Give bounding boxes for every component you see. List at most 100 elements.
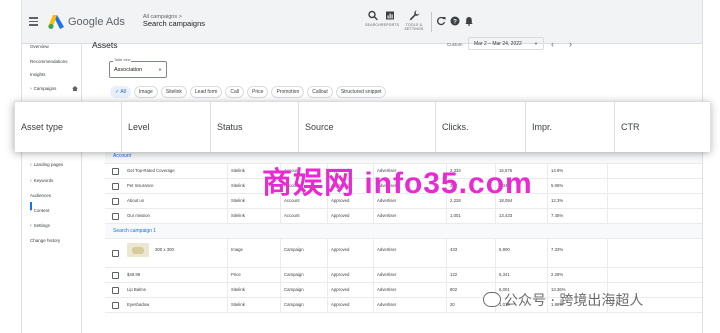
table-row[interactable]: 300 x 300 Image Campaign Approved Advertiser… bbox=[105, 239, 702, 268]
column-divider bbox=[227, 179, 228, 194]
column-header-level[interactable]: Level bbox=[122, 102, 211, 152]
row-checkbox[interactable] bbox=[112, 287, 119, 294]
table-view-select[interactable]: Table view Association ▼ bbox=[109, 58, 167, 78]
filter-chip-all[interactable]: ✓ All bbox=[110, 86, 131, 98]
sidebar-item-overview[interactable]: Overview bbox=[30, 44, 49, 49]
filter-chip-promotion[interactable]: Promotion bbox=[271, 86, 305, 98]
cell-impr: 5,900 bbox=[499, 247, 510, 252]
table-row[interactable]: $49.99 Price Campaign Approved Advertiser 122… bbox=[105, 268, 702, 283]
previous-period-icon[interactable]: ‹ bbox=[551, 39, 554, 49]
cell-type: Sitelink bbox=[231, 168, 245, 173]
column-header-label: Impr. bbox=[532, 122, 553, 132]
table-view-label: Table view bbox=[113, 58, 132, 62]
hamburger-menu-icon[interactable] bbox=[22, 0, 42, 44]
reports-tool-label: REPORTS bbox=[380, 23, 400, 27]
app-window: Google Ads All campaigns > Search campai… bbox=[22, 0, 702, 333]
filter-chip-structured-snippet[interactable]: Structured snippet bbox=[335, 86, 387, 98]
date-custom-label: Custom bbox=[447, 42, 463, 47]
column-divider bbox=[227, 239, 228, 268]
row-checkbox[interactable] bbox=[112, 168, 119, 175]
row-checkbox[interactable] bbox=[112, 198, 119, 205]
filter-chip-sitelink[interactable]: Sitelink bbox=[160, 86, 187, 98]
column-divider bbox=[327, 268, 328, 283]
help-icon[interactable]: ? bbox=[450, 16, 460, 26]
sidebar-item-landing-pages[interactable]: Landing pages bbox=[30, 162, 64, 168]
column-divider bbox=[373, 209, 374, 224]
tools-settings-button[interactable]: TOOLS & SETTINGS bbox=[401, 10, 427, 31]
cell-name[interactable]: $49.99 bbox=[127, 272, 140, 277]
cell-level: Campaign bbox=[284, 287, 304, 292]
google-ads-logo[interactable]: Google Ads bbox=[48, 14, 125, 29]
refresh-icon[interactable] bbox=[436, 16, 446, 26]
cell-status: Approved bbox=[331, 287, 350, 292]
sidebar-item-campaigns[interactable]: Campaigns bbox=[30, 86, 57, 92]
column-header-impr-[interactable]: Impr. bbox=[526, 102, 615, 152]
date-range-value: Mar 2 – Mar 24, 2022 bbox=[474, 41, 522, 47]
column-divider bbox=[280, 209, 281, 224]
cell-source: Advertiser bbox=[377, 272, 397, 277]
cell-status: Approved bbox=[331, 272, 350, 277]
date-range-picker[interactable]: Mar 2 – Mar 24, 2022 ▼ bbox=[468, 37, 544, 50]
column-divider bbox=[446, 283, 447, 298]
cell-impr: 5,341 bbox=[499, 272, 510, 277]
sidebar-item-settings[interactable]: Settings bbox=[30, 223, 50, 229]
cell-name[interactable]: Get Top-Rated Coverage bbox=[127, 168, 175, 173]
row-checkbox[interactable] bbox=[112, 250, 119, 257]
notifications-bell-icon[interactable] bbox=[464, 16, 474, 26]
column-header-clicks-[interactable]: Clicks. bbox=[436, 102, 526, 152]
cell-type: Sitelink bbox=[231, 287, 245, 292]
cell-ctr: 7.33% bbox=[551, 247, 564, 252]
sidebar-item-audiences[interactable]: Audiences bbox=[30, 193, 51, 198]
sidebar-item-content[interactable]: Content bbox=[30, 208, 50, 214]
column-divider bbox=[607, 164, 608, 179]
reports-tool-button[interactable]: REPORTS bbox=[379, 10, 401, 27]
column-header-status[interactable]: Status bbox=[211, 102, 299, 152]
table-row[interactable]: Our mission Sitelink Account Approved Advert… bbox=[105, 209, 702, 224]
cell-status: Approved bbox=[331, 302, 350, 307]
cell-name[interactable]: 300 x 300 bbox=[155, 247, 174, 252]
sidebar-item-keywords[interactable]: Keywords bbox=[30, 178, 54, 184]
row-checkbox[interactable] bbox=[112, 272, 119, 279]
cell-name[interactable]: Lip Balms bbox=[127, 287, 146, 292]
column-divider bbox=[607, 179, 608, 194]
table-group-header[interactable]: Search campaign 1 bbox=[105, 224, 702, 239]
cell-name[interactable]: Pet Insurance bbox=[127, 183, 154, 188]
filter-chip-price[interactable]: Price bbox=[247, 86, 269, 98]
column-divider bbox=[446, 268, 447, 283]
cell-level: Account bbox=[284, 213, 300, 218]
row-checkbox[interactable] bbox=[112, 213, 119, 220]
filter-chip-call[interactable]: Call bbox=[225, 86, 245, 98]
cell-type: Sitelink bbox=[231, 213, 245, 218]
column-divider bbox=[446, 209, 447, 224]
sidebar-item-change-history[interactable]: Change history bbox=[30, 238, 60, 243]
row-checkbox[interactable] bbox=[112, 302, 119, 309]
next-period-icon[interactable]: › bbox=[569, 39, 572, 49]
column-divider bbox=[373, 239, 374, 268]
breadcrumb[interactable]: All campaigns > Search campaigns bbox=[143, 14, 205, 28]
filter-chip-image[interactable]: Image bbox=[133, 86, 158, 98]
cell-name[interactable]: Eyeshadow bbox=[127, 302, 149, 307]
column-divider bbox=[280, 239, 281, 268]
filter-chip-callout[interactable]: Callout bbox=[307, 86, 333, 98]
column-divider bbox=[446, 239, 447, 268]
row-checkbox[interactable] bbox=[112, 183, 119, 190]
cell-clicks: 122 bbox=[450, 272, 458, 277]
column-divider bbox=[227, 298, 228, 313]
column-header-source[interactable]: Source bbox=[299, 102, 436, 152]
sidebar-item-insights[interactable]: Insights bbox=[30, 72, 46, 77]
group-title[interactable]: Account bbox=[113, 153, 131, 159]
filter-chip-lead-form[interactable]: Lead form bbox=[189, 86, 223, 98]
breadcrumb-current[interactable]: Search campaigns bbox=[143, 20, 205, 29]
column-header-asset-type[interactable]: Asset type bbox=[15, 102, 122, 152]
cell-name[interactable]: About us bbox=[127, 198, 144, 203]
column-divider bbox=[227, 194, 228, 209]
cell-ctr: 7.45% bbox=[551, 213, 564, 218]
column-header-ctr[interactable]: CTR bbox=[615, 102, 711, 152]
column-divider bbox=[373, 298, 374, 313]
cell-name[interactable]: Our mission bbox=[127, 213, 150, 218]
search-icon bbox=[368, 10, 378, 21]
column-divider bbox=[547, 268, 548, 283]
group-title[interactable]: Search campaign 1 bbox=[113, 228, 156, 234]
sidebar-item-recommendations[interactable]: Recommendations bbox=[30, 59, 68, 64]
toolbar-divider bbox=[431, 12, 432, 32]
